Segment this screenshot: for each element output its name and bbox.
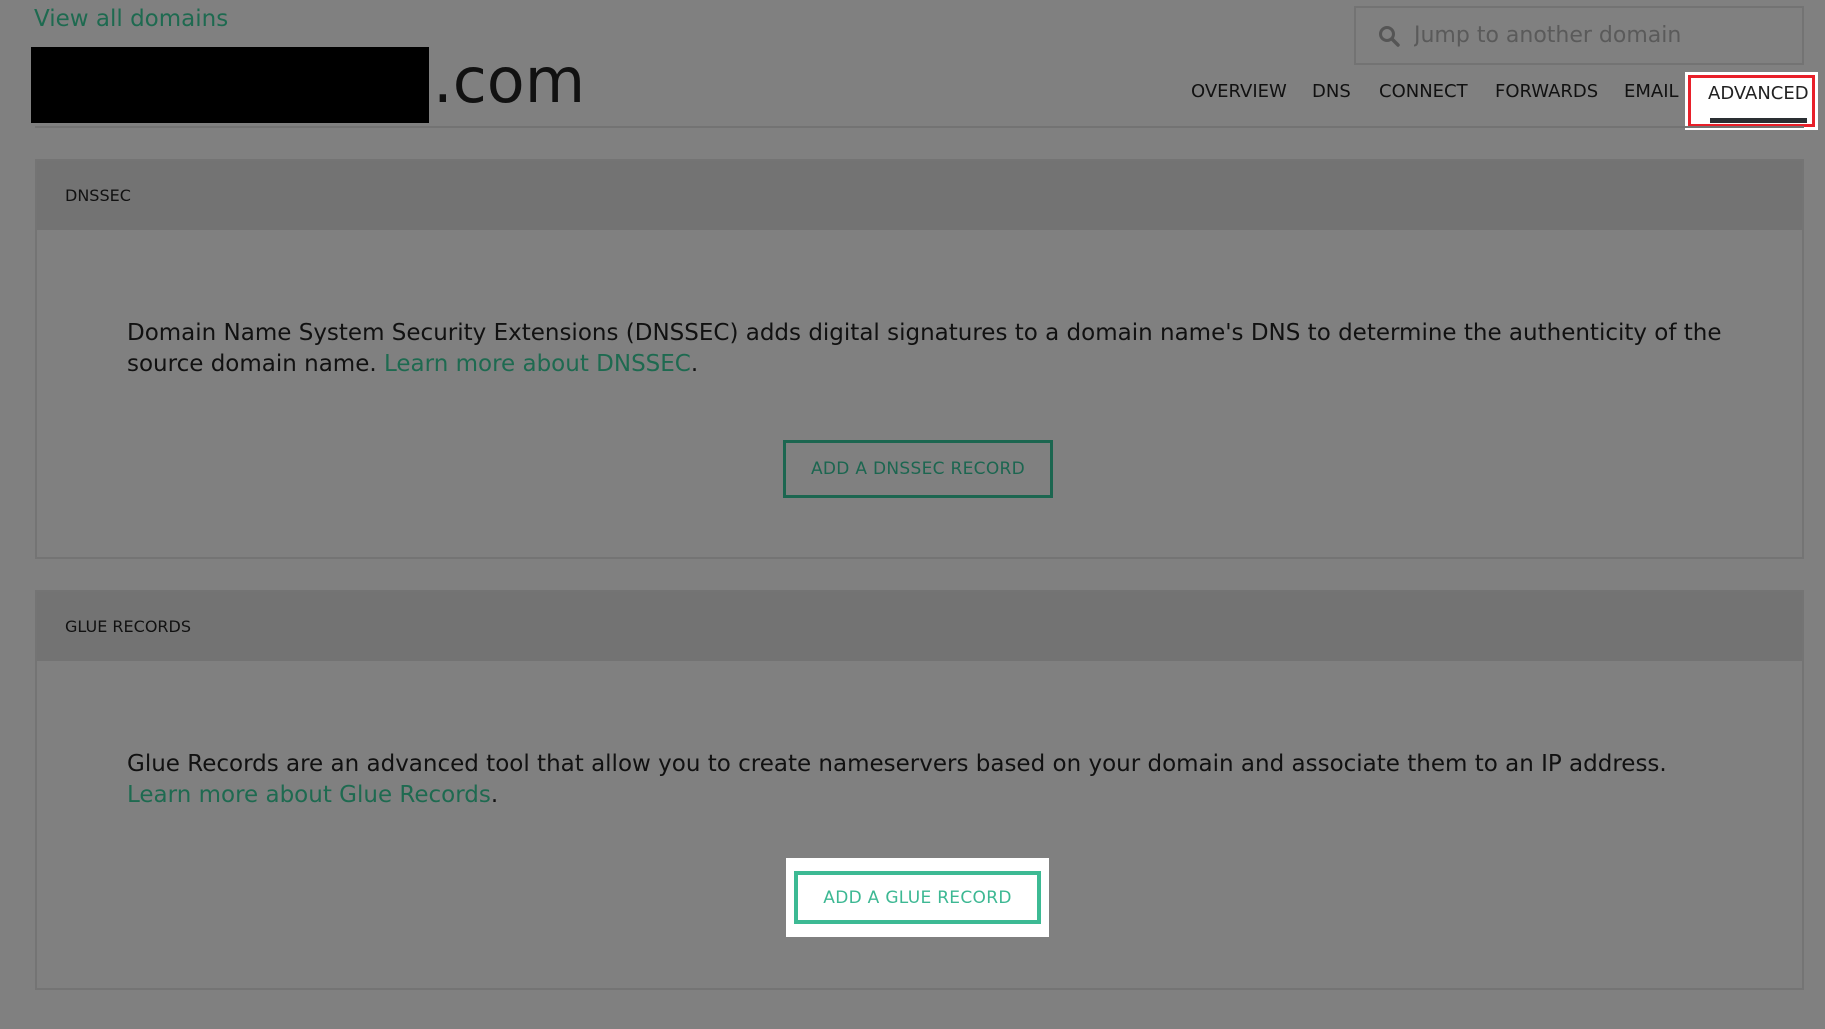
domain-search[interactable] [1354,6,1804,65]
tab-dns[interactable]: DNS [1312,81,1351,102]
tab-connect[interactable]: CONNECT [1379,81,1468,102]
glue-records-title: GLUE RECORDS [37,592,1802,661]
glue-records-panel: GLUE RECORDS Glue Records are an advance… [35,590,1804,990]
learn-more-dnssec-link[interactable]: Learn more about DNSSEC [384,351,691,377]
domain-suffix: .com [433,44,586,117]
tab-advanced[interactable]: ADVANCED [1685,72,1818,130]
tab-advanced-label: ADVANCED [1708,83,1809,104]
search-icon [1379,25,1400,47]
glue-button-highlight: ADD A GLUE RECORD [786,858,1049,937]
view-all-domains-link[interactable]: View all domains [34,6,228,32]
dnssec-panel: DNSSEC Domain Name System Security Exten… [35,159,1804,559]
add-dnssec-record-button[interactable]: ADD A DNSSEC RECORD [783,440,1053,498]
tab-email[interactable]: EMAIL [1624,81,1679,102]
tab-overview[interactable]: OVERVIEW [1191,81,1287,102]
tab-forwards[interactable]: FORWARDS [1495,81,1598,102]
highlight-box: ADVANCED [1688,75,1815,127]
dnssec-title: DNSSEC [37,161,1802,230]
dnssec-description: Domain Name System Security Extensions (… [127,320,1722,377]
learn-more-glue-link[interactable]: Learn more about Glue Records [127,782,491,808]
active-tab-indicator [1710,118,1807,123]
glue-records-description: Glue Records are an advanced tool that a… [127,751,1667,808]
header-divider [35,126,1804,128]
add-glue-record-button[interactable]: ADD A GLUE RECORD [794,871,1041,924]
redacted-domain-name [31,47,429,123]
domain-search-input[interactable] [1414,23,1794,48]
